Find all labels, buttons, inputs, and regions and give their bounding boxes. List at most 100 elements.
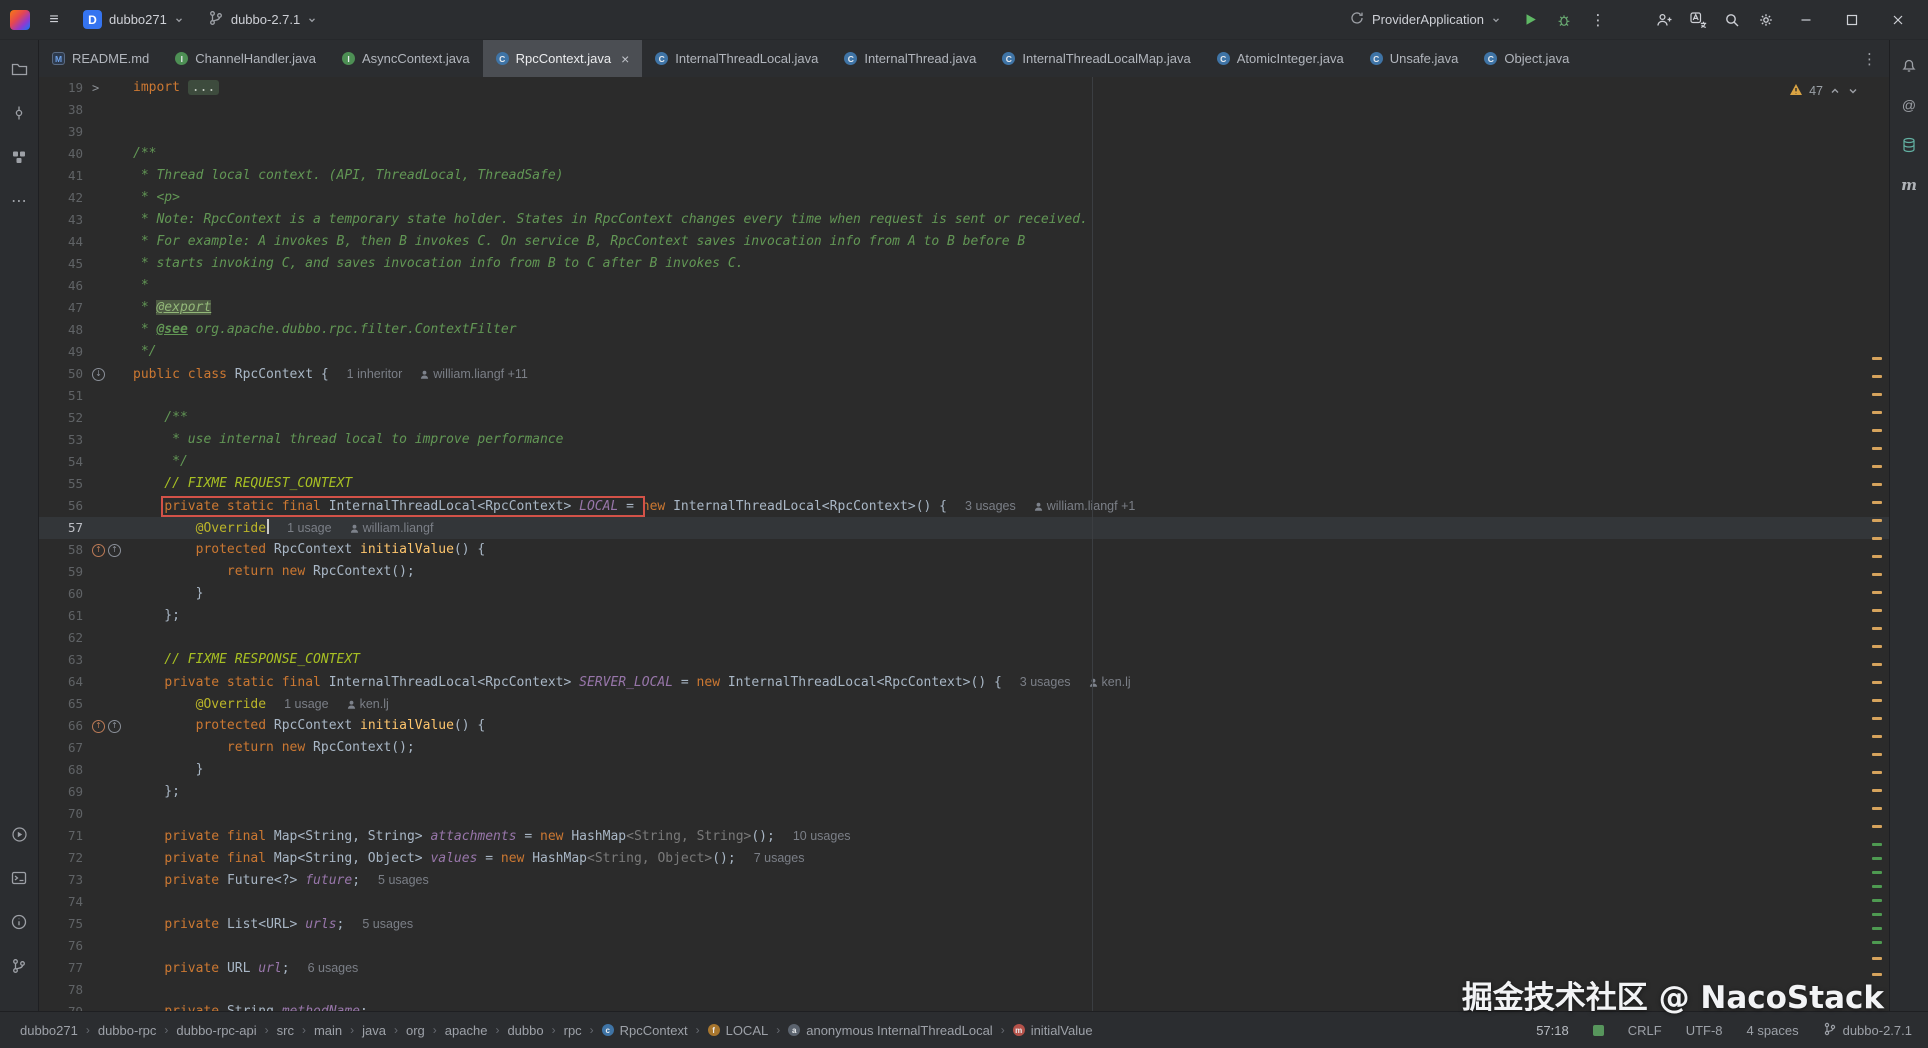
- line-number[interactable]: 46: [39, 275, 83, 297]
- breadcrumb-dubbo[interactable]: dubbo: [507, 1023, 543, 1038]
- code-line-62[interactable]: 62: [39, 627, 1889, 649]
- code-line-71[interactable]: 71 private final Map<String, String> att…: [39, 825, 1889, 847]
- problems-tool-icon[interactable]: [6, 909, 32, 935]
- code-line-42[interactable]: 42 * <p>: [39, 187, 1889, 209]
- code-area[interactable]: 19 > import ... 38 39 40 /** 41 * Thread local …: [39, 77, 1889, 1011]
- editor-tab-RpcContext.java[interactable]: C RpcContext.java ×: [482, 40, 643, 77]
- line-number[interactable]: 75: [39, 913, 83, 935]
- code-line-72[interactable]: 72 private final Map<String, Object> val…: [39, 847, 1889, 869]
- code-line-41[interactable]: 41 * Thread local context. (API, ThreadL…: [39, 165, 1889, 187]
- close-button[interactable]: [1878, 5, 1918, 35]
- search-everywhere-icon[interactable]: [1718, 6, 1746, 34]
- editor-tab-AsyncContext.java[interactable]: I AsyncContext.java: [329, 40, 483, 77]
- breadcrumb-dubbo-rpc-api[interactable]: dubbo-rpc-api: [176, 1023, 256, 1038]
- usages-hint[interactable]: 6 usages: [308, 961, 359, 975]
- line-number[interactable]: 63: [39, 649, 83, 671]
- line-number[interactable]: 76: [39, 935, 83, 957]
- code-line-73[interactable]: 73 private Future<?> future; 5 usages: [39, 869, 1889, 891]
- notifications-bell-icon[interactable]: [1896, 52, 1922, 78]
- code-line-76[interactable]: 76: [39, 935, 1889, 957]
- project-widget[interactable]: D dubbo271: [74, 6, 193, 33]
- line-number[interactable]: 73: [39, 869, 83, 891]
- gutter[interactable]: 44: [39, 231, 133, 253]
- usages-hint[interactable]: 7 usages: [754, 851, 805, 865]
- code-line-50[interactable]: 50 ↓ public class RpcContext {1 inheritor w…: [39, 363, 1889, 385]
- success-marker[interactable]: [1872, 871, 1882, 874]
- warning-marker[interactable]: [1872, 717, 1882, 720]
- git-branch-status[interactable]: dubbo-2.7.1: [1823, 1022, 1912, 1039]
- code-line-44[interactable]: 44 * For example: A invokes B, then B in…: [39, 231, 1889, 253]
- line-number[interactable]: 42: [39, 187, 83, 209]
- line-number[interactable]: 43: [39, 209, 83, 231]
- warning-marker[interactable]: [1872, 771, 1882, 774]
- code-line-46[interactable]: 46 *: [39, 275, 1889, 297]
- line-number[interactable]: 74: [39, 891, 83, 913]
- editor-tab-InternalThread.java[interactable]: C InternalThread.java: [831, 40, 989, 77]
- warning-marker[interactable]: [1872, 573, 1882, 576]
- ai-assistant-icon[interactable]: @: [1896, 92, 1922, 118]
- gutter[interactable]: 45: [39, 253, 133, 275]
- scrollbar-marker-strip[interactable]: [1868, 77, 1889, 1011]
- editor-tab-InternalThreadLocal.java[interactable]: C InternalThreadLocal.java: [642, 40, 831, 77]
- warning-marker[interactable]: [1872, 735, 1882, 738]
- gutter[interactable]: 69: [39, 781, 133, 803]
- line-number[interactable]: 41: [39, 165, 83, 187]
- implements-gutter-icon[interactable]: ↑: [108, 543, 121, 557]
- usages-hint[interactable]: 1 usage: [284, 697, 328, 711]
- line-number[interactable]: 48: [39, 319, 83, 341]
- editor-tab-ChannelHandler.java[interactable]: I ChannelHandler.java: [162, 40, 329, 77]
- code-line-45[interactable]: 45 * starts invoking C, and saves invoca…: [39, 253, 1889, 275]
- code-line-70[interactable]: 70: [39, 803, 1889, 825]
- gutter[interactable]: 75: [39, 913, 133, 935]
- breadcrumb-dubbo271[interactable]: dubbo271: [20, 1023, 78, 1038]
- more-tool-windows-icon[interactable]: ⋯: [6, 188, 32, 214]
- success-marker[interactable]: [1872, 843, 1882, 846]
- gutter[interactable]: 50 ↓: [39, 363, 133, 385]
- code-line-49[interactable]: 49 */: [39, 341, 1889, 363]
- editor-tab-Unsafe.java[interactable]: C Unsafe.java: [1357, 40, 1472, 77]
- code-line-75[interactable]: 75 private List<URL> urls; 5 usages: [39, 913, 1889, 935]
- line-number[interactable]: 66: [39, 715, 83, 737]
- warning-marker[interactable]: [1872, 807, 1882, 810]
- gutter[interactable]: 52: [39, 407, 133, 429]
- code-line-40[interactable]: 40 /**: [39, 143, 1889, 165]
- minimize-button[interactable]: [1786, 5, 1826, 35]
- code-line-54[interactable]: 54 */: [39, 451, 1889, 473]
- close-tab-icon[interactable]: ×: [621, 51, 629, 67]
- gutter[interactable]: 39: [39, 121, 133, 143]
- code-line-63[interactable]: 63 // FIXME RESPONSE_CONTEXT: [39, 649, 1889, 671]
- code-line-61[interactable]: 61 };: [39, 605, 1889, 627]
- warning-marker[interactable]: [1872, 447, 1882, 450]
- line-number[interactable]: 59: [39, 561, 83, 583]
- warning-marker[interactable]: [1872, 519, 1882, 522]
- indent-style[interactable]: 4 spaces: [1747, 1023, 1799, 1038]
- next-issue-icon[interactable]: [1847, 85, 1859, 97]
- warning-marker[interactable]: [1872, 393, 1882, 396]
- usages-hint[interactable]: 1 inheritor: [347, 367, 403, 381]
- code-line-65[interactable]: 65 @Override 1 usage ken.lj: [39, 693, 1889, 715]
- code-line-68[interactable]: 68 }: [39, 759, 1889, 781]
- tab-options-icon[interactable]: ⋮: [1850, 40, 1889, 77]
- breadcrumb-anonymous InternalThreadLocal[interactable]: a anonymous InternalThreadLocal: [788, 1023, 993, 1038]
- line-number[interactable]: 79: [39, 1001, 83, 1011]
- code-with-me-icon[interactable]: [1650, 6, 1678, 34]
- version-control-tool-icon[interactable]: [6, 953, 32, 979]
- line-number[interactable]: 69: [39, 781, 83, 803]
- code-line-55[interactable]: 55 // FIXME REQUEST_CONTEXT: [39, 473, 1889, 495]
- line-number[interactable]: 60: [39, 583, 83, 605]
- code-line-66[interactable]: 66 ↑ ↑ protected RpcContext initialValue()…: [39, 715, 1889, 737]
- maximize-button[interactable]: [1832, 5, 1872, 35]
- author-hint[interactable]: william.liangf +11: [420, 367, 528, 381]
- breadcrumb-java[interactable]: java: [362, 1023, 386, 1038]
- warning-marker[interactable]: [1872, 591, 1882, 594]
- project-tool-icon[interactable]: [6, 56, 32, 82]
- line-number[interactable]: 52: [39, 407, 83, 429]
- terminal-tool-icon[interactable]: [6, 865, 32, 891]
- line-number[interactable]: 45: [39, 253, 83, 275]
- warning-marker[interactable]: [1872, 465, 1882, 468]
- author-hint[interactable]: ken.lj: [1089, 675, 1131, 689]
- gutter[interactable]: 78: [39, 979, 133, 1001]
- warning-marker[interactable]: [1872, 627, 1882, 630]
- line-number[interactable]: 38: [39, 99, 83, 121]
- gutter[interactable]: 53: [39, 429, 133, 451]
